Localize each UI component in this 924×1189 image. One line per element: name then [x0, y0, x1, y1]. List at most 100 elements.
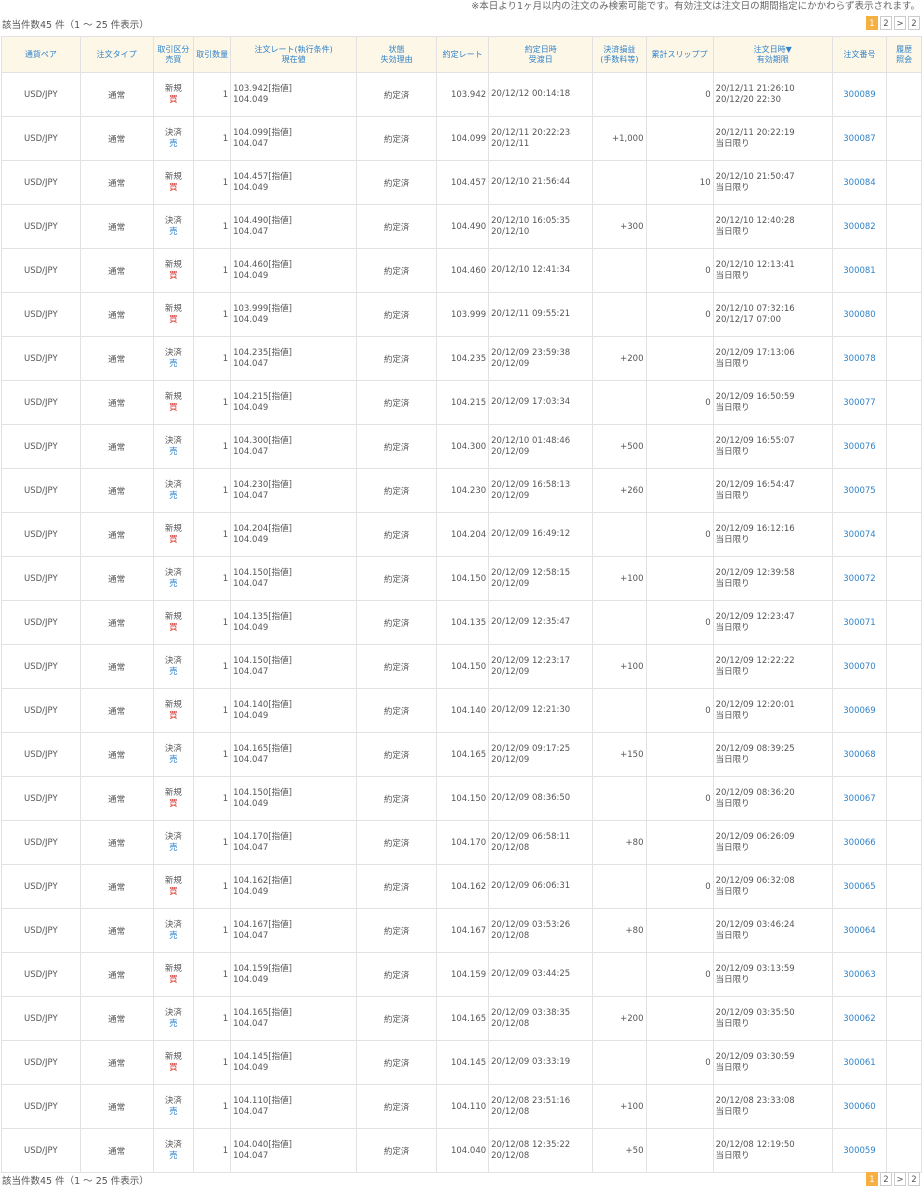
cell-order-date: 20/12/09 16:50:59 当日限り: [712, 380, 833, 425]
next-page-button[interactable]: >: [894, 1172, 906, 1186]
cell-status: 約定済: [356, 688, 438, 733]
table-row: USD/JPY 通常 決済売 1 104.490[指値] 104.047 約定済 104.49…: [1, 204, 922, 249]
order-number-link[interactable]: 300084: [843, 178, 875, 188]
trade-side: 買: [169, 534, 178, 545]
col-exec-rate[interactable]: 約定レート: [436, 36, 490, 73]
cell-pl: [592, 952, 647, 997]
col-order-rate[interactable]: 注文レート(執行条件) 現在値: [230, 36, 358, 73]
order-number-link[interactable]: 300064: [843, 926, 875, 936]
col-trade-side[interactable]: 取引区分 売買: [152, 36, 195, 73]
cell-order-rate: 104.140[指値] 104.049: [230, 688, 358, 733]
exec-datetime: 20/12/09 06:06:31: [491, 881, 571, 891]
cell-history: [886, 688, 922, 733]
order-number-link[interactable]: 300082: [843, 222, 875, 232]
order-number-link[interactable]: 300087: [843, 134, 875, 144]
cell-history: [886, 864, 922, 909]
order-number-link[interactable]: 300069: [843, 706, 875, 716]
table-row: USD/JPY 通常 決済売 1 104.110[指値] 104.047 約定済 104.11…: [1, 1084, 922, 1129]
order-number-link[interactable]: 300066: [843, 838, 875, 848]
cell-exec-date: 20/12/11 09:55:21: [488, 292, 594, 337]
expiry: 当日限り: [715, 1018, 750, 1029]
exec-datetime: 20/12/11 09:55:21: [491, 309, 571, 319]
cell-qty: 1: [193, 688, 232, 733]
trade-side: 買: [169, 1062, 178, 1073]
last-page-button[interactable]: 2: [908, 1172, 920, 1186]
order-datetime: 20/12/09 03:13:59: [715, 963, 795, 974]
current-rate: 104.047: [233, 666, 269, 677]
order-number-link[interactable]: 300071: [843, 618, 875, 628]
exec-datetime: 20/12/11 20:22:23: [491, 127, 571, 138]
col-history[interactable]: 履歴 照会: [886, 36, 922, 73]
cell-slippage: [645, 204, 714, 249]
exec-datetime: 20/12/09 03:38:35: [491, 1007, 571, 1018]
cell-exec-date: 20/12/09 06:06:31: [488, 864, 594, 909]
trade-side: 売: [169, 1018, 178, 1029]
cell-trade-side: 新規買: [152, 160, 195, 205]
current-rate: 104.049: [233, 1062, 269, 1073]
order-rate: 104.159[指値]: [233, 963, 292, 974]
cell-exec-date: 20/12/09 06:58:11 20/12/08: [488, 820, 594, 865]
order-number-link[interactable]: 300061: [843, 1058, 875, 1068]
col-order-no[interactable]: 注文番号: [831, 36, 888, 73]
order-number-link[interactable]: 300080: [843, 310, 875, 320]
order-number-link[interactable]: 300065: [843, 882, 875, 892]
col-pair[interactable]: 通貨ペア: [1, 36, 81, 73]
order-number-link[interactable]: 300089: [843, 90, 875, 100]
cell-slippage: 0: [645, 72, 714, 117]
col-exec-date[interactable]: 約定日時 受渡日: [488, 36, 594, 73]
pagination-bottom: 1 2 > 2: [866, 1172, 920, 1186]
page-1-button[interactable]: 1: [866, 1172, 878, 1186]
trade-side: 買: [169, 314, 178, 325]
trade-kind: 決済: [164, 1095, 182, 1106]
table-row: USD/JPY 通常 決済売 1 104.167[指値] 104.047 約定済 104.16…: [1, 908, 922, 953]
order-number-link[interactable]: 300072: [843, 574, 875, 584]
order-rate: 104.150[指値]: [233, 787, 292, 798]
order-number-link[interactable]: 300074: [843, 530, 875, 540]
col-status[interactable]: 状態 失効理由: [356, 36, 438, 73]
order-number-link[interactable]: 300081: [843, 266, 875, 276]
cell-qty: 1: [193, 380, 232, 425]
order-number-link[interactable]: 300063: [843, 970, 875, 980]
trade-side: 買: [169, 94, 178, 105]
order-datetime: 20/12/09 08:39:25: [715, 743, 795, 754]
last-page-button[interactable]: 2: [908, 16, 920, 30]
cell-type: 通常: [79, 820, 154, 865]
order-number-link[interactable]: 300060: [843, 1102, 875, 1112]
exec-datetime: 20/12/09 12:35:47: [491, 617, 571, 627]
order-number-link[interactable]: 300077: [843, 398, 875, 408]
cell-slippage: [645, 908, 714, 953]
order-number-link[interactable]: 300062: [843, 1014, 875, 1024]
col-qty[interactable]: 取引数量: [193, 36, 232, 73]
cell-trade-side: 新規買: [152, 1040, 195, 1085]
col-type[interactable]: 注文タイプ: [79, 36, 154, 73]
cell-pair: USD/JPY: [1, 248, 81, 293]
order-number-link[interactable]: 300068: [843, 750, 875, 760]
cell-pair: USD/JPY: [1, 292, 81, 337]
order-number-link[interactable]: 300076: [843, 442, 875, 452]
trade-side: 買: [169, 710, 178, 721]
next-page-button[interactable]: >: [894, 16, 906, 30]
cell-pl: +100: [592, 644, 647, 689]
order-number-link[interactable]: 300078: [843, 354, 875, 364]
order-number-link[interactable]: 300075: [843, 486, 875, 496]
order-datetime: 20/12/09 06:26:09: [715, 831, 795, 842]
cell-qty: 1: [193, 600, 232, 645]
cell-status: 約定済: [356, 908, 438, 953]
page-1-button[interactable]: 1: [866, 16, 878, 30]
page-2-button[interactable]: 2: [880, 16, 892, 30]
col-order-date[interactable]: 注文日時▼ 有効期限: [712, 36, 833, 73]
page-2-button[interactable]: 2: [880, 1172, 892, 1186]
cell-status: 約定済: [356, 424, 438, 469]
order-rate: 104.165[指値]: [233, 743, 292, 754]
exec-datetime: 20/12/10 16:05:35: [491, 215, 571, 226]
current-rate: 104.047: [233, 1150, 269, 1161]
cell-order-no: 300071: [831, 600, 888, 645]
order-number-link[interactable]: 300067: [843, 794, 875, 804]
col-slippage[interactable]: 累計スリッププ: [645, 36, 714, 73]
order-number-link[interactable]: 300059: [843, 1146, 875, 1156]
col-pl[interactable]: 決済損益 (手数料等): [592, 36, 647, 73]
exec-datetime: 20/12/08 23:51:16: [491, 1095, 571, 1106]
order-number-link[interactable]: 300070: [843, 662, 875, 672]
cell-history: [886, 204, 922, 249]
cell-slippage: 0: [645, 292, 714, 337]
